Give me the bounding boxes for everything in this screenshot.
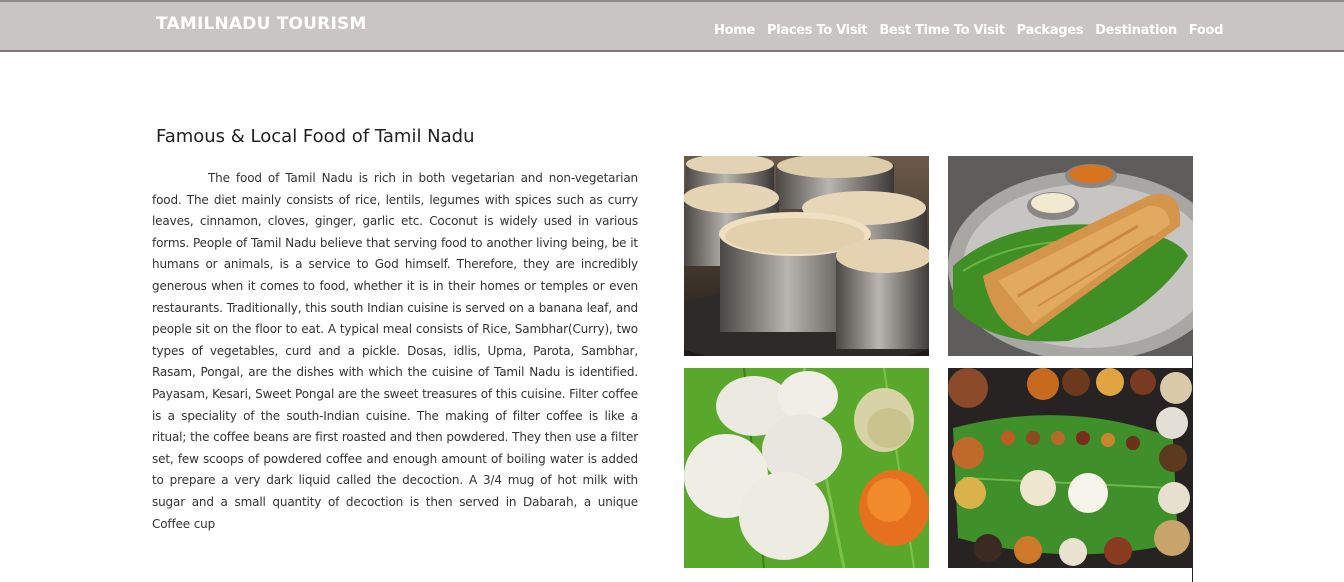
gallery-edge-divider	[1192, 356, 1193, 582]
food-description: The food of Tamil Nadu is rich in both v…	[152, 171, 638, 531]
idli-photo	[684, 368, 929, 568]
nav-packages[interactable]: Packages	[1017, 23, 1084, 38]
main-nav: Home Places To Visit Best Time To Visit …	[708, 20, 1229, 40]
nav-places-to-visit[interactable]: Places To Visit	[767, 23, 868, 38]
site-brand[interactable]: TAMILNADU TOURISM	[156, 14, 367, 34]
nav-destination[interactable]: Destination	[1095, 23, 1177, 38]
filter-coffee-photo	[684, 156, 929, 356]
nav-home[interactable]: Home	[714, 23, 755, 38]
page-title: Famous & Local Food of Tamil Nadu	[156, 126, 475, 147]
nav-best-time-to-visit[interactable]: Best Time To Visit	[879, 23, 1005, 38]
banana-leaf-meal-photo	[948, 368, 1193, 568]
nav-food[interactable]: Food	[1189, 23, 1224, 38]
top-navbar: TAMILNADU TOURISM Home Places To Visit B…	[0, 0, 1344, 52]
dosa-photo	[948, 156, 1193, 356]
